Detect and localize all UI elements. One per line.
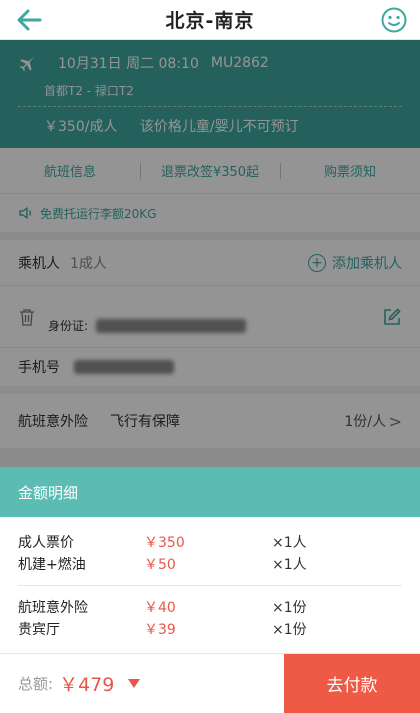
fee-price: ￥40 bbox=[144, 600, 176, 616]
fee-row: 贵宾厅 ￥39 ×1份 bbox=[18, 618, 402, 640]
fee-name: 成人票价 bbox=[18, 535, 74, 551]
fee-price: ￥39 bbox=[144, 622, 176, 638]
fee-detail-sheet: 金额明细 成人票价 ￥350 ×1人 机建+燃油 ￥50 ×1人 航班意外险 ￥… bbox=[0, 467, 420, 653]
pay-button[interactable]: 去付款 bbox=[284, 653, 420, 713]
fee-qty: ×1份 bbox=[272, 600, 307, 616]
total-amount: ￥479 bbox=[59, 674, 115, 696]
fee-qty: ×1人 bbox=[272, 535, 307, 551]
fee-detail-title: 金额明细 bbox=[0, 467, 420, 517]
fee-qty: ×1份 bbox=[272, 622, 307, 638]
fee-name: 贵宾厅 bbox=[18, 622, 60, 638]
checkout-bar: 总额: ￥479 去付款 bbox=[0, 653, 420, 713]
total-label: 总额: bbox=[18, 675, 54, 693]
page-title: 北京-南京 bbox=[165, 10, 255, 32]
fee-group-ticket: 成人票价 ￥350 ×1人 机建+燃油 ￥50 ×1人 bbox=[0, 517, 420, 575]
smiley-service-icon[interactable] bbox=[380, 6, 408, 34]
fee-qty: ×1人 bbox=[272, 557, 307, 573]
fee-group-extras: 航班意外险 ￥40 ×1份 贵宾厅 ￥39 ×1份 bbox=[0, 586, 420, 640]
fee-row: 机建+燃油 ￥50 ×1人 bbox=[18, 553, 402, 575]
fee-price: ￥50 bbox=[144, 557, 176, 573]
total-toggle[interactable]: 总额: ￥479 bbox=[0, 654, 284, 713]
fee-price: ￥350 bbox=[144, 535, 185, 551]
back-arrow-icon[interactable] bbox=[14, 6, 44, 34]
caret-down-icon bbox=[128, 679, 141, 688]
top-bar: 北京-南京 bbox=[0, 0, 420, 40]
fee-name: 航班意外险 bbox=[18, 600, 88, 616]
fee-row: 成人票价 ￥350 ×1人 bbox=[18, 531, 402, 553]
fee-name: 机建+燃油 bbox=[18, 557, 86, 573]
fee-row: 航班意外险 ￥40 ×1份 bbox=[18, 596, 402, 618]
